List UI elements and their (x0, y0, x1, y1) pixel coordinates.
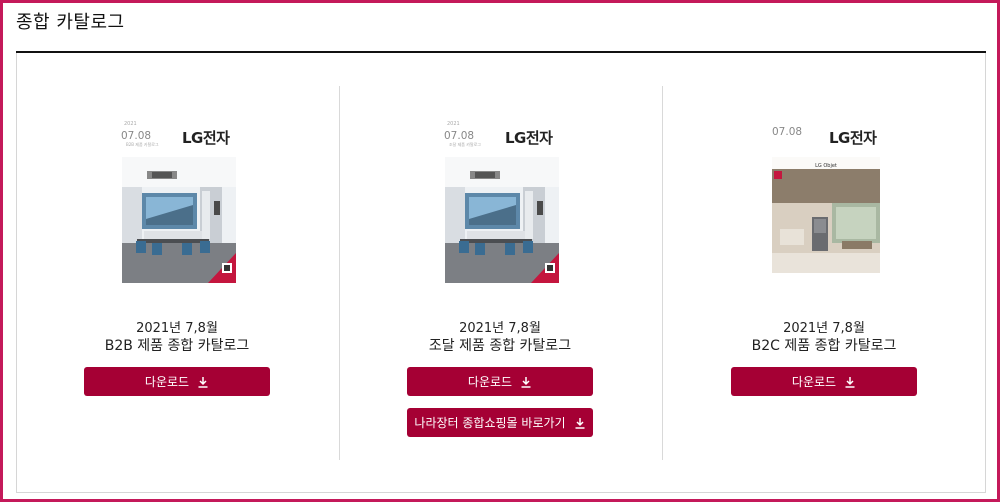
download-button-label: 다운로드 (467, 375, 513, 389)
nara-marketplace-button-label: 나라장터 종합쇼핑몰 바로가기 (414, 416, 566, 430)
cover-brand: LG전자 (505, 129, 553, 147)
page-title: 종합 카탈로그 (16, 12, 125, 33)
cover-brand: LG전자 (829, 129, 877, 147)
download-arrow-icon (521, 376, 531, 388)
catalog-title: B2B 제품 종합 카탈로그 (104, 338, 250, 354)
catalog-date: 2021년 7,8월 (459, 321, 541, 336)
cover-image-office (122, 157, 236, 283)
catalog-title: B2C 제품 종합 카탈로그 (751, 338, 897, 354)
download-button-label: 다운로드 (791, 375, 837, 389)
catalog-cover[interactable]: 2021 07.08 B2B 제품 카탈로그 LG전자 (52, 110, 302, 290)
nara-marketplace-link-button[interactable]: 나라장터 종합쇼핑몰 바로가기 (407, 408, 593, 437)
download-button[interactable]: 다운로드 (84, 367, 270, 396)
download-arrow-icon (198, 376, 208, 388)
catalog-cover[interactable]: 07.08 LG전자 LG Objet (699, 110, 949, 290)
cover-image-office (445, 157, 559, 283)
download-button-label: 다운로드 (144, 375, 190, 389)
download-button[interactable]: 다운로드 (407, 367, 593, 396)
column-divider (662, 86, 663, 460)
cover-image-home: LG Objet (772, 157, 880, 273)
cover-date: 07.08 (121, 130, 152, 142)
cover-objet-title: LG Objet (815, 163, 837, 169)
download-arrow-icon (575, 417, 585, 429)
cover-date: 07.08 (444, 130, 475, 142)
catalog-date: 2021년 7,8월 (136, 321, 218, 336)
cover-date: 07.08 (772, 126, 803, 138)
download-arrow-icon (845, 376, 855, 388)
catalog-date: 2021년 7,8월 (783, 321, 865, 336)
download-button[interactable]: 다운로드 (731, 367, 917, 396)
cover-brand: LG전자 (182, 129, 230, 147)
catalog-title: 조달 제품 종합 카탈로그 (428, 338, 572, 354)
column-divider (339, 86, 340, 460)
catalog-cover[interactable]: 2021 07.08 조달 제품 카탈로그 LG전자 (375, 110, 625, 290)
